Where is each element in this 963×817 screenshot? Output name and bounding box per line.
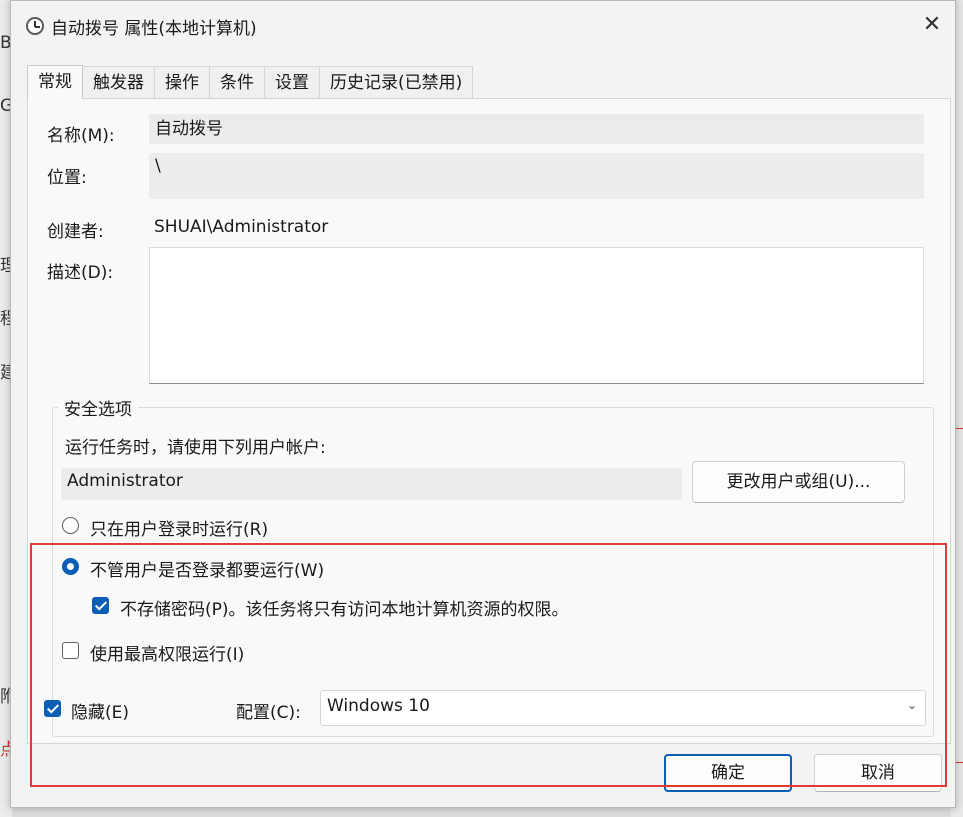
- description-label: 描述(D):: [47, 263, 114, 283]
- tab-bar: 常规 触发器 操作 条件 设置 历史记录(已禁用): [27, 65, 474, 99]
- close-icon: ✕: [922, 11, 942, 37]
- title-bar: 自动拨号 属性(本地计算机) ✕: [11, 1, 955, 49]
- location-label: 位置:: [47, 168, 87, 188]
- change-user-button[interactable]: 更改用户或组(U)...: [692, 461, 905, 503]
- name-label: 名称(M):: [47, 126, 115, 146]
- hidden-label[interactable]: 隐藏(E): [71, 698, 129, 723]
- highest-privileges-label[interactable]: 使用最高权限运行(I): [90, 640, 244, 665]
- do-not-store-password-label[interactable]: 不存储密码(P)。该任务将只有访问本地计算机资源的权限。: [120, 595, 569, 620]
- tab-triggers[interactable]: 触发器: [82, 66, 155, 99]
- location-field[interactable]: \: [149, 153, 924, 199]
- tab-actions[interactable]: 操作: [154, 66, 210, 99]
- run-only-logged-on-radio[interactable]: [62, 517, 79, 534]
- cancel-button[interactable]: 取消: [814, 754, 942, 792]
- tab-history[interactable]: 历史记录(已禁用): [319, 66, 474, 99]
- run-as-label: 运行任务时，请使用下列用户帐户:: [65, 438, 326, 458]
- hidden-checkbox[interactable]: [44, 700, 61, 717]
- run-whether-logged-on-label[interactable]: 不管用户是否登录都要运行(W): [90, 556, 324, 581]
- configure-selected-value: Windows 10: [327, 696, 430, 716]
- window-title: 自动拨号 属性(本地计算机): [51, 19, 257, 39]
- close-button[interactable]: ✕: [909, 1, 955, 47]
- chevron-down-icon: ⌄: [906, 698, 917, 712]
- tab-general[interactable]: 常规: [27, 65, 83, 99]
- do-not-store-password-checkbox[interactable]: [92, 597, 109, 614]
- author-value: SHUAI\Administrator: [154, 217, 329, 237]
- run-whether-logged-on-radio[interactable]: [62, 558, 79, 575]
- general-tab-panel: 名称(M): 自动拨号 位置: \ 创建者: SHUAI\Administrat…: [27, 98, 951, 744]
- description-field[interactable]: [149, 247, 924, 384]
- configure-select[interactable]: Windows 10 ⌄: [320, 690, 926, 726]
- configure-label: 配置(C):: [236, 703, 301, 723]
- clock-icon: [26, 17, 44, 35]
- author-label: 创建者:: [47, 222, 104, 242]
- tab-settings[interactable]: 设置: [264, 66, 320, 99]
- tab-conditions[interactable]: 条件: [209, 66, 265, 99]
- highest-privileges-checkbox[interactable]: [62, 642, 79, 659]
- name-field[interactable]: 自动拨号: [149, 114, 924, 144]
- task-properties-dialog: 自动拨号 属性(本地计算机) ✕ 常规 触发器 操作 条件 设置 历史记录(已禁…: [10, 0, 956, 808]
- user-account-field: Administrator: [61, 468, 682, 500]
- security-options-legend: 安全选项: [58, 395, 138, 420]
- ok-button[interactable]: 确定: [664, 754, 792, 792]
- run-only-logged-on-label[interactable]: 只在用户登录时运行(R): [90, 515, 268, 540]
